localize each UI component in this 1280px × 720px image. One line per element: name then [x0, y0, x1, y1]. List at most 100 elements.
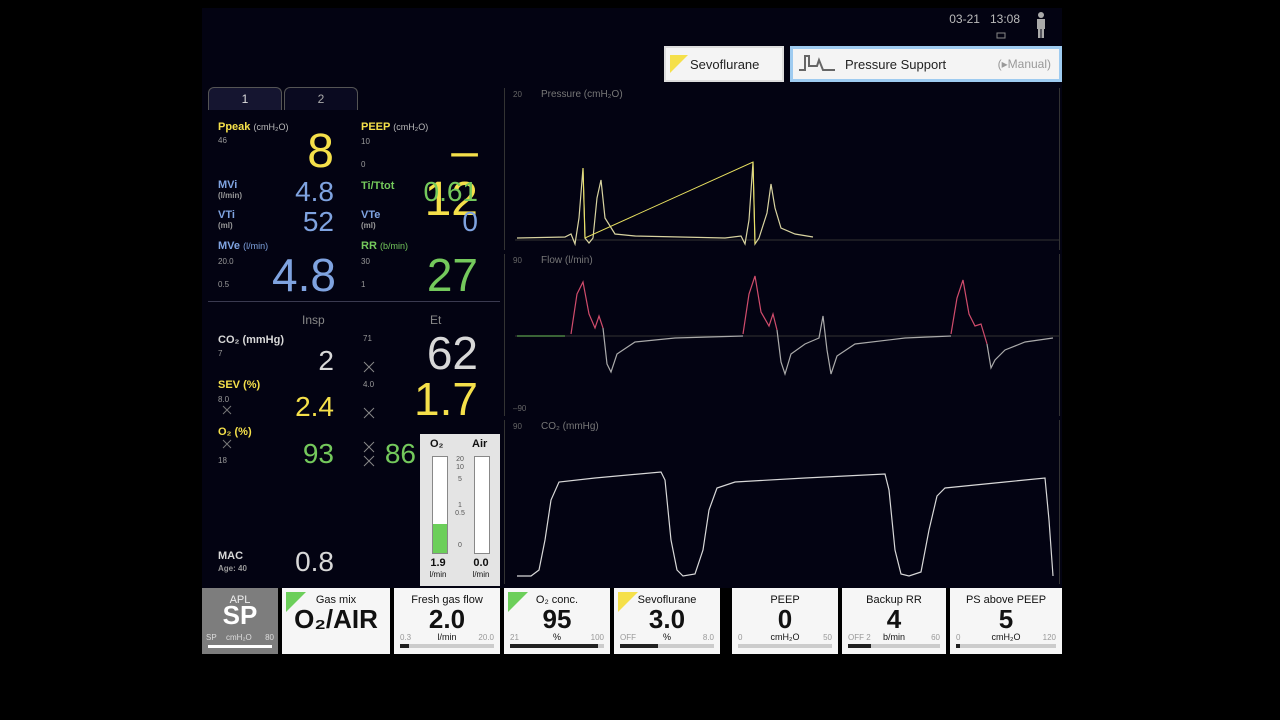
agent-button[interactable]: Sevoflurane [664, 46, 784, 82]
ventilation-mode-button[interactable]: Pressure Support (▸Manual) [790, 46, 1062, 82]
apl-min: SP [206, 633, 217, 642]
sevoflurane-min: OFF [620, 633, 636, 642]
peep-limit-high: 10 [361, 137, 370, 146]
o2-conc-min: 21 [510, 633, 519, 642]
ps-above-peep-max: 120 [1042, 633, 1056, 642]
co2-insp-value: 2 [318, 345, 334, 376]
rr-limit-low: 1 [361, 280, 366, 289]
backup-rr-min: OFF 2 [848, 633, 871, 642]
backup-rr-level [848, 644, 871, 648]
fresh-gas-value: 2.0 [428, 604, 466, 634]
settings-bar: APL SP SP cmH₂O 80 Gas mix O₂/AIR Fresh … [202, 588, 1062, 654]
apl-max: 80 [265, 633, 274, 642]
sevoflurane-setting[interactable]: Sevoflurane 3.0 % OFF 8.0 [614, 588, 720, 654]
sev-label: SEV (%) [218, 379, 261, 391]
pressure-waveform: 20 Pressure (cmH₂O) [504, 88, 1060, 250]
ppeak-limit: 46 [218, 136, 227, 145]
agent-color-icon [670, 55, 688, 73]
co2-limit: 7 [218, 349, 223, 358]
fresh-gas-min: 0.3 [400, 633, 412, 642]
sev-limit: 8.0 [218, 395, 230, 404]
peep-limit-low: 0 [361, 160, 366, 169]
flowmeter: O₂ Air 20 10 5 1 0.5 0 1.9 l/min 0.0 l/min [420, 434, 500, 586]
co2-et-value: 62 [426, 327, 478, 379]
mode-label: Pressure Support [845, 56, 947, 72]
vte-value: 0 [462, 206, 478, 237]
pressure-trace [515, 161, 1059, 247]
peep-setting-unit: cmH₂O [770, 632, 800, 642]
datetime: 03-21 13:08 [949, 12, 1020, 26]
ps-above-peep-level [956, 644, 960, 648]
sev-insp-value: 2.4 [295, 391, 334, 422]
peep-setting[interactable]: PEEP 0 cmH₂O 0 50 [732, 588, 838, 654]
mve-label: MVe (l/min) [218, 240, 269, 252]
backup-rr-setting[interactable]: Backup RR 4 b/min OFF 2 60 [842, 588, 946, 654]
vte-label: VTe (ml) [361, 209, 381, 231]
patient-icon [1037, 12, 1045, 38]
sevoflurane-max: 8.0 [702, 633, 714, 642]
o2-insp-value: 93 [302, 438, 334, 469]
divider [208, 301, 500, 302]
alarm-off-icons-right [363, 361, 375, 467]
gas-mix-setting[interactable]: Gas mix O₂/AIR [282, 588, 390, 654]
peep-setting-max: 50 [823, 633, 832, 642]
co2-trace [517, 471, 1054, 577]
ti-ttot-value: 0.61 [423, 176, 479, 207]
peep-setting-bar [738, 644, 832, 648]
fresh-gas-bar [400, 644, 494, 648]
fresh-gas-max: 20.0 [478, 633, 494, 642]
insp-header: Insp [302, 313, 325, 327]
sevoflurane-level [620, 644, 658, 648]
flowmeter-o2-label: O₂ [430, 438, 444, 450]
fresh-gas-level [400, 644, 410, 648]
o2-flow-fill [433, 524, 447, 553]
sevoflurane-color-icon [618, 592, 638, 612]
peep-setting-value: 0 [777, 604, 793, 634]
o2-flow-reading: 1.9 l/min [429, 557, 447, 580]
ps-above-peep-min: 0 [956, 633, 961, 642]
o2-conc-level [510, 644, 599, 648]
agent-label: Sevoflurane [690, 56, 760, 72]
rr-value: 27 [426, 249, 478, 301]
mode-sub-label: (▸Manual) [997, 57, 1051, 71]
mve-value: 4.8 [272, 249, 336, 301]
vti-value: 52 [302, 206, 334, 237]
o2-conc-setting[interactable]: O₂ conc. 95 % 21 100 [504, 588, 610, 654]
rr-limit-high: 30 [361, 257, 370, 266]
backup-rr-value: 4 [886, 604, 902, 634]
flowmeter-air-label: Air [472, 438, 488, 450]
peep-setting-min: 0 [738, 633, 743, 642]
fresh-gas-setting[interactable]: Fresh gas flow 2.0 l/min 0.3 20.0 [394, 588, 500, 654]
ti-ttot-label: Ti/Ttot [361, 180, 395, 192]
o2-et-value: 86 [384, 438, 416, 469]
monitor-screen: 03-21 13:08 Sevoflurane Pressure Support… [202, 8, 1062, 654]
flow-waveform: 90 Flow (l/min) –90 [504, 254, 1060, 416]
o2-color-icon [508, 592, 528, 612]
sevoflurane-bar [620, 644, 714, 648]
apl-setting[interactable]: APL SP SP cmH₂O 80 [202, 588, 278, 654]
mve-limit-low: 0.5 [218, 280, 230, 289]
alarm-off-icons-left [222, 405, 232, 449]
flowmeter-scale: 20 10 5 1 0.5 0 [455, 456, 465, 549]
mve-limit-high: 20.0 [218, 257, 234, 266]
pressure-support-icon [799, 55, 835, 71]
time-text: 13:08 [989, 12, 1020, 26]
vti-label: VTi (ml) [218, 209, 235, 231]
ppeak-value: 8 [307, 125, 334, 178]
sev-et-value: 1.7 [414, 373, 478, 425]
air-tube [474, 456, 490, 554]
o2-conc-bar [510, 644, 604, 648]
tab-2[interactable]: 2 [284, 87, 358, 110]
et-header: Et [430, 313, 442, 327]
apl-bar [208, 645, 272, 648]
air-flow-reading: 0.0 l/min [472, 557, 490, 580]
mvi-label: MVi (l/min) [218, 179, 242, 201]
co2-waveform: 90 CO₂ (mmHg) [504, 420, 1060, 584]
apl-unit: cmH₂O [226, 633, 252, 642]
ps-above-peep-setting[interactable]: PS above PEEP 5 cmH₂O 0 120 [950, 588, 1062, 654]
date-text: 03-21 [949, 12, 980, 26]
mac-label: MAC Age: 40 [218, 550, 247, 573]
backup-rr-bar [848, 644, 940, 648]
apl-value: SP [222, 600, 258, 630]
tab-1[interactable]: 1 [208, 87, 282, 110]
